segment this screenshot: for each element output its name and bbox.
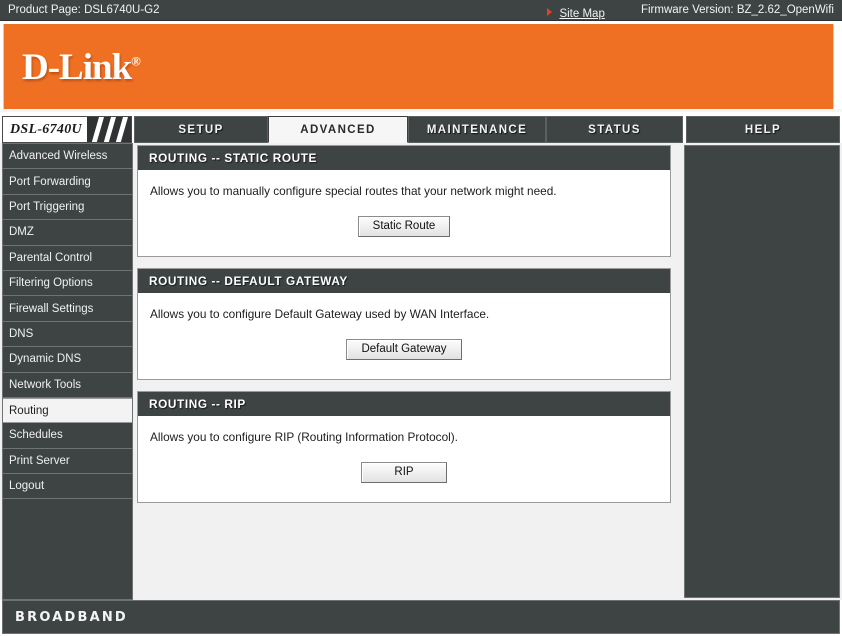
tab-setup[interactable]: SETUP xyxy=(134,116,268,143)
sidebar-item-firewall-settings[interactable]: Firewall Settings xyxy=(3,296,132,322)
panel-button-row: Default Gateway xyxy=(150,339,658,372)
rip-button[interactable]: RIP xyxy=(361,462,447,483)
panel-title: ROUTING -- STATIC ROUTE xyxy=(138,146,670,170)
sidebar-item-advanced-wireless[interactable]: Advanced Wireless xyxy=(3,144,132,170)
product-page-label: Product Page: DSL6740U-G2 xyxy=(8,4,160,16)
tab-maintenance[interactable]: MAINTENANCE xyxy=(408,116,546,143)
sidebar-item-routing[interactable]: Routing xyxy=(3,397,132,424)
page-body: Advanced Wireless Port Forwarding Port Tri… xyxy=(0,143,842,600)
sidebar-item-label: Firewall Settings xyxy=(9,302,94,315)
right-help-panel xyxy=(684,145,840,598)
site-map-link-wrap[interactable]: Site Map xyxy=(547,4,605,22)
panel-description: Allows you to manually configure special… xyxy=(150,184,557,198)
sidebar-item-dmz[interactable]: DMZ xyxy=(3,220,132,246)
panel-description: Allows you to configure RIP (Routing Inf… xyxy=(150,430,458,444)
sidebar-item-label: DMZ xyxy=(9,226,34,239)
sidebar-item-label: Filtering Options xyxy=(9,277,93,290)
sidebar-item-schedules[interactable]: Schedules xyxy=(3,423,132,449)
sidebar-item-port-triggering[interactable]: Port Triggering xyxy=(3,195,132,221)
product-top-bar: Product Page: DSL6740U-G2 Site Map Firmw… xyxy=(0,0,842,21)
sidebar-item-filtering-options[interactable]: Filtering Options xyxy=(3,271,132,297)
sidebar-item-dns[interactable]: DNS xyxy=(3,322,132,348)
tab-label: MAINTENANCE xyxy=(426,123,528,136)
sidebar-item-label: Dynamic DNS xyxy=(9,353,82,366)
tab-help[interactable]: HELP xyxy=(686,116,840,143)
sidebar-item-network-tools[interactable]: Network Tools xyxy=(3,373,132,398)
tab-advanced[interactable]: ADVANCED xyxy=(268,116,408,143)
panel-button-row: RIP xyxy=(150,462,658,495)
sidebar-item-label: Port Triggering xyxy=(9,200,85,213)
panel-static-route: ROUTING -- STATIC ROUTE Allows you to man… xyxy=(137,145,671,257)
registered-mark: ® xyxy=(131,53,141,69)
dlink-logo-text: D-Link xyxy=(22,47,132,88)
tab-label: STATUS xyxy=(588,123,641,136)
tab-label: HELP xyxy=(744,123,782,136)
sidebar-item-logout[interactable]: Logout xyxy=(3,474,132,500)
footer-brand-label: BROADBAND xyxy=(15,610,128,625)
panel-body: Allows you to manually configure special… xyxy=(138,170,670,256)
firmware-version-label: Firmware Version: BZ_2.62_OpenWifi xyxy=(640,4,834,16)
sidebar-item-dynamic-dns[interactable]: Dynamic DNS xyxy=(3,347,132,373)
sidebar-item-label: Routing xyxy=(9,404,49,417)
sidebar-item-label: DNS xyxy=(9,327,34,340)
sidebar-item-label: Network Tools xyxy=(9,378,82,391)
model-badge: DSL-6740U xyxy=(2,116,132,143)
banner-divider xyxy=(0,109,842,112)
panel-body: Allows you to configure RIP (Routing Inf… xyxy=(138,416,670,502)
sidebar-item-parental-control[interactable]: Parental Control xyxy=(3,246,132,271)
sidebar-item-label: Print Server xyxy=(9,454,70,467)
model-name-label: DSL-6740U xyxy=(10,122,82,137)
brand-banner: D-Link® xyxy=(3,24,834,109)
dlink-logo: D-Link® xyxy=(22,46,141,89)
panel-title: ROUTING -- RIP xyxy=(138,392,670,416)
stripes-decoration xyxy=(87,117,131,142)
tab-label: ADVANCED xyxy=(300,123,376,136)
content-area: ROUTING -- STATIC ROUTE Allows you to man… xyxy=(137,145,682,598)
panel-body: Allows you to configure Default Gateway … xyxy=(138,293,670,379)
panel-description: Allows you to configure Default Gateway … xyxy=(150,307,490,321)
sidebar-item-port-forwarding[interactable]: Port Forwarding xyxy=(3,169,132,195)
static-route-button[interactable]: Static Route xyxy=(357,216,451,237)
sidebar-item-label: Parental Control xyxy=(9,251,93,264)
main-nav: DSL-6740U SETUP ADVANCED MAINTENANCE STATUS… xyxy=(0,116,842,144)
panel-title: ROUTING -- DEFAULT GATEWAY xyxy=(138,269,670,293)
sidebar-item-print-server[interactable]: Print Server xyxy=(3,449,132,475)
sidebar-item-label: Logout xyxy=(9,480,45,493)
tab-status[interactable]: STATUS xyxy=(546,116,683,143)
sidebar-menu: Advanced Wireless Port Forwarding Port Tri… xyxy=(2,143,133,600)
panel-button-row: Static Route xyxy=(150,216,658,249)
footer-bar: BROADBAND xyxy=(2,600,840,634)
panel-rip: ROUTING -- RIP Allows you to configure RI… xyxy=(137,391,671,503)
site-map-link[interactable]: Site Map xyxy=(559,8,604,20)
sidebar-item-label: Schedules xyxy=(9,429,63,442)
default-gateway-button[interactable]: Default Gateway xyxy=(346,339,462,360)
sidebar-item-label: Advanced Wireless xyxy=(9,150,108,163)
tab-label: SETUP xyxy=(178,123,224,136)
triangle-right-icon xyxy=(547,7,552,16)
sidebar-item-label: Port Forwarding xyxy=(9,175,91,188)
panel-default-gateway: ROUTING -- DEFAULT GATEWAY Allows you to … xyxy=(137,268,671,380)
